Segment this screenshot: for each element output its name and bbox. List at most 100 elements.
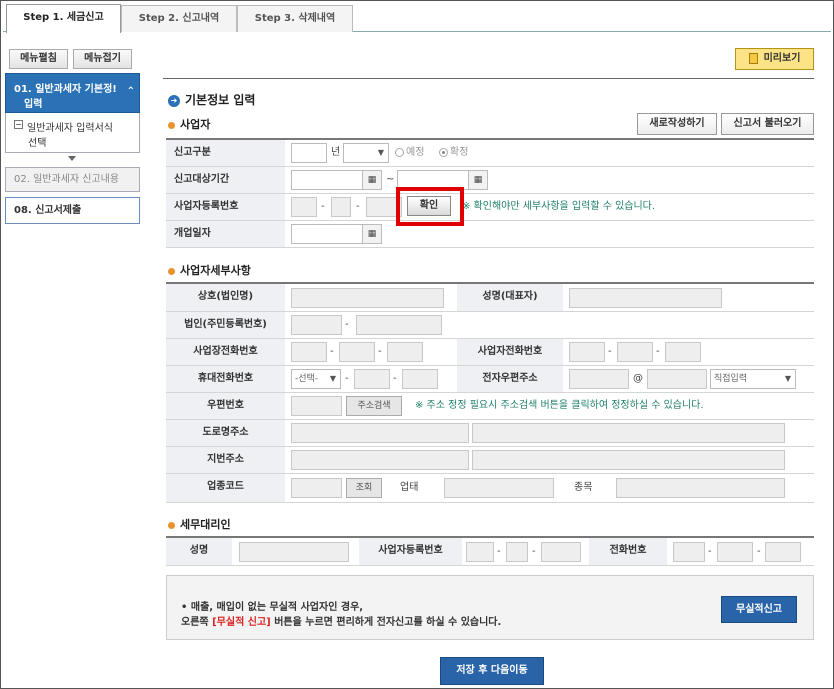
radio-icon xyxy=(395,147,404,157)
biz-reg-no-part2[interactable] xyxy=(331,197,351,217)
label-corp-reg-no: 법인(주민등록번호) xyxy=(166,312,285,338)
agent-phone-2[interactable] xyxy=(717,542,753,562)
dash: - xyxy=(356,201,360,212)
no-business-info-box: • 매출, 매입이 없는 무실적 사업자인 경우, 오른쪽 [무실적 신고] 버… xyxy=(166,575,814,640)
dash: - xyxy=(321,201,325,212)
tilde: ~ xyxy=(386,174,395,185)
sidebar-item-report-content[interactable]: 02. 일반과세자 신고내용 xyxy=(5,167,140,192)
table-row: 성명 사업자등록번호 - - 전화번호 - - xyxy=(166,538,814,566)
label-zipcode: 우편번호 xyxy=(166,393,285,419)
no-business-report-button[interactable]: 무실적신고 xyxy=(721,596,797,623)
biz-reg-no-part1[interactable] xyxy=(291,197,317,217)
mobile-3[interactable] xyxy=(402,369,438,389)
info-line1: • 매출, 매입이 없는 무실적 사업자인 경우, xyxy=(181,602,364,613)
menu-expand-button[interactable]: 메뉴펼침 xyxy=(9,49,68,69)
table-row: 사업장전화번호 - - 사업자전화번호 - - xyxy=(166,339,814,366)
select-value: 직접입력 xyxy=(714,374,748,384)
tab-step3[interactable]: Step 3. 삭제내역 xyxy=(237,5,353,32)
lot-address-1[interactable] xyxy=(291,450,469,470)
table-row: 휴대전화번호 -선택- ▼ - - 전자우편주소 @ 직접입력 ▼ xyxy=(166,366,814,393)
sidebar-item-label: 입력 xyxy=(24,99,43,110)
business-type-input[interactable] xyxy=(444,478,554,498)
agent-biz-no-2[interactable] xyxy=(506,542,528,562)
triangle-down-icon xyxy=(68,156,76,161)
label-business-type: 업태 xyxy=(400,482,419,493)
zipcode-input[interactable] xyxy=(291,396,342,416)
label-open-date: 개업일자 xyxy=(166,221,285,247)
biz-phone-3[interactable] xyxy=(665,342,701,362)
year-input[interactable] xyxy=(291,143,327,163)
period-start-input[interactable] xyxy=(291,170,363,190)
email-id-input[interactable] xyxy=(569,369,629,389)
info-line2: 오른쪽 [무실적 신고] 버튼을 누르면 편리하게 전자신고를 하실 수 있습니… xyxy=(181,613,501,628)
table-row: 우편번호 주소검색 ※ 주소 정정 필요시 주소검색 버튼을 클릭하여 정정하실… xyxy=(166,393,814,420)
agent-name-input[interactable] xyxy=(239,542,349,562)
label-email: 전자우편주소 xyxy=(457,366,563,392)
menu-collapse-button[interactable]: 메뉴접기 xyxy=(73,49,132,69)
biz-phone-1[interactable] xyxy=(569,342,605,362)
lookup-button[interactable]: 조회 xyxy=(346,478,382,498)
item-input[interactable] xyxy=(616,478,785,498)
address-note: ※ 주소 정정 필요시 주소검색 버튼을 클릭하여 정정하실 수 있습니다. xyxy=(415,400,704,411)
dropdown-arrow-icon: ▼ xyxy=(784,374,791,383)
sidebar-item-submit[interactable]: 08. 신고서제출 xyxy=(5,197,140,224)
agent-biz-no-1[interactable] xyxy=(466,542,494,562)
mobile-2[interactable] xyxy=(354,369,390,389)
lot-address-2[interactable] xyxy=(472,450,785,470)
road-address-1[interactable] xyxy=(291,423,469,443)
section-title-details: 사업자세부사항 xyxy=(168,262,251,278)
new-form-button[interactable]: 새로작성하기 xyxy=(637,113,717,135)
section-title-text: 사업자세부사항 xyxy=(180,264,251,277)
table-row: 신고구분 년 ▼ 예정 확정 xyxy=(166,140,814,167)
office-phone-2[interactable] xyxy=(339,342,375,362)
sidebar-subitem-form-select[interactable]: − 일반과세자 입력서식 선택 xyxy=(5,113,140,153)
calendar-icon[interactable]: ▦ xyxy=(362,224,382,244)
radio-planned[interactable]: 예정 xyxy=(395,143,424,163)
agent-biz-no-3[interactable] xyxy=(541,542,581,562)
email-domain-input[interactable] xyxy=(647,369,707,389)
orange-dot-icon xyxy=(168,267,175,275)
dash: - xyxy=(330,346,334,357)
info-text: 버튼을 누르면 편리하게 전자신고를 하실 수 있습니다. xyxy=(270,617,502,628)
dash: - xyxy=(608,346,612,357)
load-form-button[interactable]: 신고서 불러오기 xyxy=(721,113,814,135)
office-phone-3[interactable] xyxy=(387,342,423,362)
calendar-icon[interactable]: ▦ xyxy=(362,170,382,190)
label-office-phone: 사업장전화번호 xyxy=(166,339,285,365)
sidebar-subitem-label: 일반과세자 입력서식 xyxy=(27,123,113,134)
biz-phone-2[interactable] xyxy=(617,342,653,362)
tab-step1[interactable]: Step 1. 세금신고 xyxy=(6,4,121,33)
step-tabs: Step 1. 세금신고 Step 2. 신고내역 Step 3. 삭제내역 xyxy=(3,3,831,33)
calendar-icon[interactable]: ▦ xyxy=(468,170,488,190)
preview-button[interactable]: 미리보기 xyxy=(735,48,814,70)
page-title-text: 기본정보 입력 xyxy=(185,93,256,107)
road-address-2[interactable] xyxy=(472,423,785,443)
table-row: 도로명주소 xyxy=(166,420,814,447)
agent-phone-1[interactable] xyxy=(673,542,705,562)
section-title-text: 세무대리인 xyxy=(180,518,231,531)
rep-name-input[interactable] xyxy=(569,288,722,308)
table-row: 신고대상기간 ▦ ~ ▦ xyxy=(166,167,814,194)
open-date-input[interactable] xyxy=(291,224,363,244)
industry-code-input[interactable] xyxy=(291,478,342,498)
agent-phone-3[interactable] xyxy=(765,542,801,562)
info-highlight: [무실적 신고] xyxy=(212,617,271,628)
mobile-prefix-select[interactable]: -선택- ▼ xyxy=(291,369,341,389)
sidebar-item-basic-info[interactable]: 01. 일반과세자 기본정! 입력 ⌃ xyxy=(5,73,140,113)
chevron-up-icon[interactable]: ⌃ xyxy=(127,86,135,97)
corp-reg-no-part2[interactable] xyxy=(356,315,442,335)
label-period: 신고대상기간 xyxy=(166,167,285,193)
office-phone-1[interactable] xyxy=(291,342,327,362)
page-title: ➜ 기본정보 입력 xyxy=(168,91,255,108)
tab-step2[interactable]: Step 2. 신고내역 xyxy=(121,5,237,32)
address-search-button[interactable]: 주소검색 xyxy=(346,396,402,416)
radio-final[interactable]: 확정 xyxy=(439,143,468,163)
company-input[interactable] xyxy=(291,288,444,308)
label-report-type: 신고구분 xyxy=(166,140,285,166)
section-title-agent: 세무대리인 xyxy=(168,516,231,532)
period-select[interactable]: ▼ xyxy=(343,143,389,163)
corp-reg-no-part1[interactable] xyxy=(291,315,342,335)
document-icon xyxy=(748,52,758,64)
save-next-button[interactable]: 저장 후 다음이동 xyxy=(440,657,544,685)
email-domain-select[interactable]: 직접입력 ▼ xyxy=(710,369,796,389)
